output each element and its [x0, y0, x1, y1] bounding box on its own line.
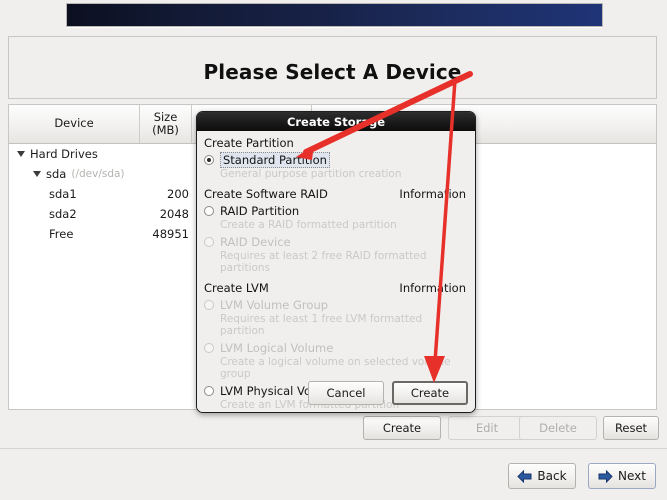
dialog-cancel-button[interactable]: Cancel [308, 381, 384, 405]
radio-option-label: RAID Device [220, 235, 291, 249]
title-panel: Please Select A Device [8, 36, 657, 99]
expander-triangle-icon[interactable] [33, 171, 41, 177]
column-header-device[interactable]: Device [9, 105, 140, 143]
delete-button: Delete [519, 416, 597, 440]
banner-area [0, 0, 667, 30]
dialog-section-title: Create Partition [204, 136, 294, 150]
dialog-section-header: Create Partition [204, 136, 468, 150]
dialog-section-header: Create Software RAID Information [204, 187, 468, 201]
back-button-label: Back [537, 469, 566, 483]
radio-button[interactable] [204, 155, 214, 165]
expander-triangle-icon[interactable] [17, 151, 25, 157]
create-button[interactable]: Create [363, 416, 441, 440]
edit-button: Edit [448, 416, 526, 440]
radio-option-label: Standard Partition [220, 152, 330, 168]
arrow-left-icon [517, 470, 532, 483]
dialog-body: Create Partition Standard PartitionGenera… [197, 131, 475, 413]
radio-option: RAID Device [204, 234, 468, 249]
column-header-size[interactable]: Size (MB) [140, 105, 192, 143]
column-header-device-label: Device [54, 117, 93, 130]
device-name: sda1 [49, 187, 77, 201]
table-action-bar: Create Edit Delete Reset [8, 414, 657, 442]
radio-option[interactable]: RAID Partition [204, 203, 468, 218]
next-button-label: Next [618, 469, 646, 483]
reset-button[interactable]: Reset [603, 416, 659, 440]
radio-option-label: LVM Volume Group [220, 298, 328, 312]
create-storage-dialog: Create Storage Create Partition Standard … [196, 111, 476, 413]
dialog-titlebar: Create Storage [197, 112, 475, 131]
information-link[interactable]: Information [399, 187, 468, 201]
page-title: Please Select A Device [9, 60, 656, 84]
cell-size: 48951 [140, 227, 192, 241]
cell-device: sda (/dev/sda) [9, 167, 140, 181]
radio-button[interactable] [204, 206, 214, 216]
radio-option-description: General purpose partition creation [220, 168, 468, 180]
cell-size: 200 [140, 187, 192, 201]
dialog-create-button[interactable]: Create [392, 381, 468, 405]
information-link[interactable]: Information [399, 281, 468, 295]
radio-option-description: Create a RAID formatted partition [220, 219, 468, 231]
cell-size: 2048 [140, 207, 192, 221]
radio-option-label: RAID Partition [220, 204, 299, 218]
cell-device: sda1 [9, 187, 140, 201]
radio-option-description: Requires at least 1 free LVM formatted p… [220, 313, 468, 337]
device-name: Hard Drives [30, 147, 98, 161]
device-name: sda2 [49, 207, 77, 221]
arrow-right-icon [598, 470, 613, 483]
radio-button [204, 300, 214, 310]
dialog-section-title: Create LVM [204, 281, 269, 295]
radio-option[interactable]: Standard Partition [204, 152, 468, 167]
back-button[interactable]: Back [508, 463, 576, 489]
cell-device: sda2 [9, 207, 140, 221]
radio-option-description: Requires at least 2 free RAID formatted … [220, 250, 468, 274]
cell-device: Hard Drives [9, 147, 140, 161]
dialog-sections: Create Partition Standard PartitionGenera… [204, 136, 468, 413]
dialog-title: Create Storage [287, 115, 385, 129]
radio-option: LVM Logical Volume [204, 340, 468, 355]
radio-option: LVM Volume Group [204, 297, 468, 312]
installer-banner [66, 3, 603, 27]
next-button[interactable]: Next [588, 463, 656, 489]
device-name: Free [49, 227, 73, 241]
dialog-button-bar: Cancel Create [308, 381, 468, 405]
bottom-separator [0, 448, 667, 449]
radio-button [204, 237, 214, 247]
cell-device: Free [9, 227, 140, 241]
radio-button[interactable] [204, 386, 214, 396]
radio-option-description: Create a logical volume on selected volu… [220, 356, 468, 380]
device-path: (/dev/sda) [71, 168, 124, 180]
dialog-section-title: Create Software RAID [204, 187, 328, 201]
dialog-section-header: Create LVM Information [204, 281, 468, 295]
radio-button [204, 343, 214, 353]
device-name: sda [46, 167, 66, 181]
radio-option-label: LVM Logical Volume [220, 341, 333, 355]
column-header-size-line2: (MB) [152, 124, 179, 137]
